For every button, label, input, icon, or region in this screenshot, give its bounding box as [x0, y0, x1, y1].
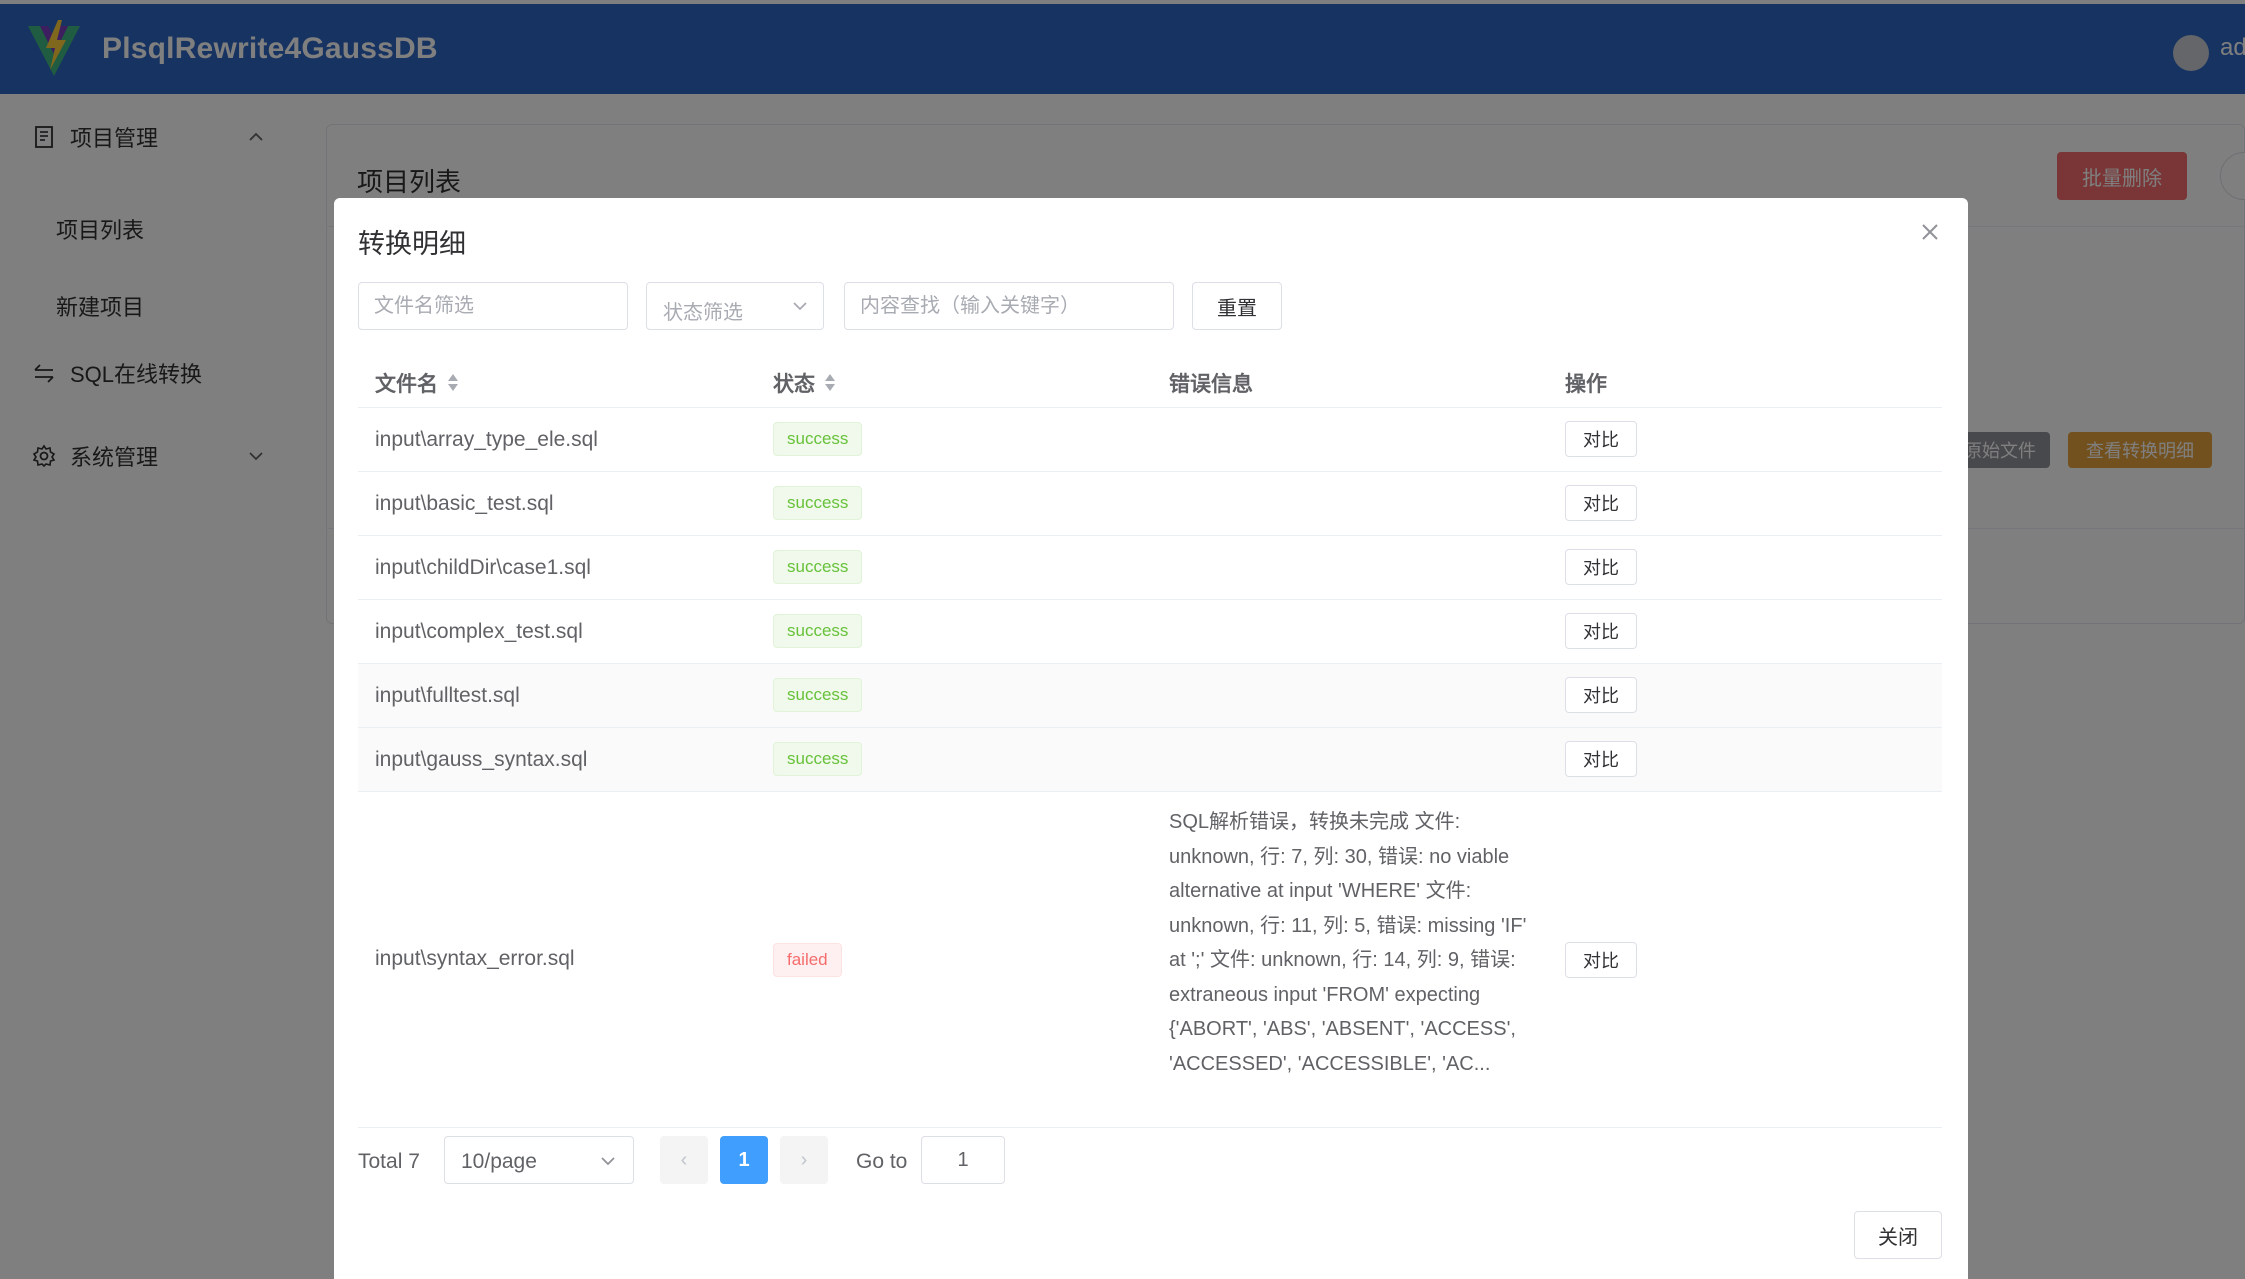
status-filter-select[interactable]: 状态筛选: [646, 282, 824, 330]
sort-icon[interactable]: [823, 372, 837, 394]
status-badge: success: [773, 742, 863, 776]
table-row: input\basic_test.sql success 对比: [358, 472, 1942, 536]
table-header: 文件名 状态 错误信息 操作: [358, 352, 1942, 408]
goto-page-input[interactable]: [921, 1136, 1005, 1184]
prev-page-button[interactable]: ‹: [660, 1136, 708, 1184]
sort-icon[interactable]: [446, 372, 460, 394]
table-row: input\syntax_error.sql failed SQL解析错误，转换…: [358, 792, 1942, 1128]
close-icon[interactable]: [1918, 220, 1942, 244]
conversion-detail-dialog: 转换明细 状态筛选 重置 文件名 状态 错误信息 操作 input\array_…: [334, 198, 1968, 1279]
status-badge: success: [773, 678, 863, 712]
table-row: input\fulltest.sql success 对比: [358, 664, 1942, 728]
chevron-down-icon: [601, 1157, 615, 1166]
status-badge: failed: [773, 943, 842, 977]
compare-button[interactable]: 对比: [1565, 421, 1637, 457]
close-button[interactable]: 关闭: [1854, 1211, 1942, 1259]
content-search-input[interactable]: [844, 282, 1174, 330]
page-size-select[interactable]: 10/page: [444, 1136, 634, 1184]
cell-filename: input\complex_test.sql: [375, 620, 583, 643]
column-header-status[interactable]: 状态: [773, 368, 837, 398]
page-number-button[interactable]: 1: [720, 1136, 768, 1184]
cell-filename: input\gauss_syntax.sql: [375, 748, 588, 771]
compare-button[interactable]: 对比: [1565, 613, 1637, 649]
goto-label: Go to: [856, 1150, 908, 1173]
column-header-label: 操作: [1565, 373, 1607, 396]
dialog-title: 转换明细: [358, 229, 466, 259]
column-header-filename[interactable]: 文件名: [375, 368, 460, 398]
status-badge: success: [773, 614, 863, 648]
reset-button[interactable]: 重置: [1192, 282, 1282, 330]
column-header-label: 错误信息: [1169, 373, 1253, 396]
status-badge: success: [773, 550, 863, 584]
status-badge: success: [773, 422, 863, 456]
compare-button[interactable]: 对比: [1565, 677, 1637, 713]
table-row: input\array_type_ele.sql success 对比: [358, 408, 1942, 472]
column-header-error: 错误信息: [1169, 368, 1253, 398]
chevron-down-icon: [793, 302, 807, 311]
page-size-value: 10/page: [461, 1150, 537, 1173]
status-filter-placeholder: 状态筛选: [663, 302, 743, 324]
column-header-action: 操作: [1565, 368, 1607, 398]
compare-button[interactable]: 对比: [1565, 549, 1637, 585]
cell-filename: input\childDir\case1.sql: [375, 556, 591, 579]
next-page-button[interactable]: ›: [780, 1136, 828, 1184]
table-row: input\childDir\case1.sql success 对比: [358, 536, 1942, 600]
filename-filter-input[interactable]: [358, 282, 628, 330]
compare-button[interactable]: 对比: [1565, 741, 1637, 777]
pagination-total: Total 7: [358, 1150, 420, 1173]
compare-button[interactable]: 对比: [1565, 485, 1637, 521]
cell-filename: input\basic_test.sql: [375, 492, 554, 515]
status-badge: success: [773, 486, 863, 520]
cell-error-message: SQL解析错误，转换未完成 文件: unknown, 行: 7, 列: 30, …: [1169, 811, 1527, 1075]
table-row: input\gauss_syntax.sql success 对比: [358, 728, 1942, 792]
cell-filename: input\syntax_error.sql: [375, 947, 575, 970]
column-header-label: 文件名: [375, 373, 438, 396]
cell-filename: input\fulltest.sql: [375, 684, 520, 707]
detail-table: 文件名 状态 错误信息 操作 input\array_type_ele.sql …: [358, 352, 1942, 1128]
compare-button[interactable]: 对比: [1565, 942, 1637, 978]
column-header-label: 状态: [773, 373, 815, 396]
table-row: input\complex_test.sql success 对比: [358, 600, 1942, 664]
cell-filename: input\array_type_ele.sql: [375, 428, 598, 451]
